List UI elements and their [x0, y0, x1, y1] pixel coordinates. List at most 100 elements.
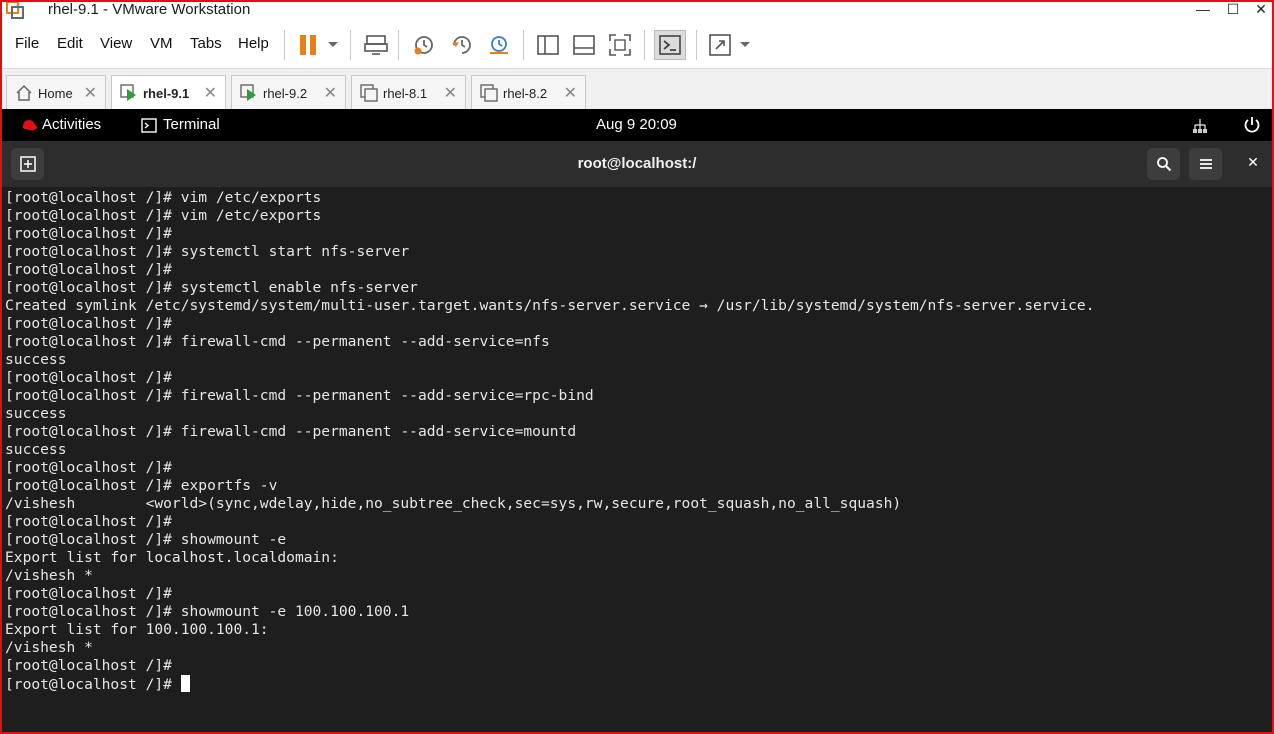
- activities-button[interactable]: Activities: [42, 116, 101, 133]
- terminal-line: [root@localhost /]# systemctl start nfs-…: [5, 243, 1095, 261]
- terminal-line-text: Export list for localhost.localdomain:: [5, 549, 339, 566]
- revert-snapshot-icon[interactable]: [448, 30, 476, 60]
- toolbar-separator: [523, 30, 524, 60]
- terminal-line: [root@localhost /]# showmount -e: [5, 531, 1095, 549]
- close-tab-icon[interactable]: ✕: [84, 83, 97, 103]
- terminal-line-text: [root@localhost /]#: [5, 585, 172, 602]
- tab-label: Home: [38, 86, 73, 101]
- close-tab-icon[interactable]: ✕: [444, 83, 457, 103]
- terminal-line-text: [root@localhost /]# showmount -e 100.100…: [5, 603, 410, 620]
- close-tab-icon[interactable]: ✕: [564, 83, 577, 103]
- close-tab-icon[interactable]: ✕: [324, 83, 337, 103]
- library-icon[interactable]: [535, 30, 561, 60]
- text-cursor: [180, 675, 190, 692]
- search-button[interactable]: [1147, 148, 1180, 180]
- toolbar-separator: [644, 30, 645, 60]
- terminal-line: [root@localhost /]#: [5, 657, 1095, 675]
- thumbnail-bar-icon[interactable]: [571, 30, 597, 60]
- terminal-line-text: [root@localhost /]# firewall-cmd --perma…: [5, 387, 594, 404]
- terminal-line-text: [root@localhost /]#: [5, 315, 172, 332]
- toolbar-separator: [284, 30, 285, 60]
- terminal-line: /vishesh *: [5, 567, 1095, 585]
- vmware-app-icon: [6, 1, 24, 19]
- terminal-line: Export list for localhost.localdomain:: [5, 549, 1095, 567]
- vm-tab-bar: Home ✕ rhel-9.1 ✕ rhel-9.2 ✕ rhel-8.1 ✕ …: [0, 68, 1274, 110]
- terminal-header-bar: root@localhost:/ ✕: [2, 141, 1272, 187]
- terminal-line: [root@localhost /]#: [5, 585, 1095, 603]
- app-menu-terminal[interactable]: Terminal: [163, 116, 220, 133]
- terminal-body[interactable]: [root@localhost /]# vim /etc/exports [roo…: [2, 187, 1272, 732]
- terminal-line: [root@localhost /]# vim /etc/exports: [5, 207, 1095, 225]
- terminal-line-text: [root@localhost /]# firewall-cmd --perma…: [5, 423, 577, 440]
- terminal-line: [root@localhost /]# firewall-cmd --perma…: [5, 423, 1095, 441]
- menu-edit[interactable]: Edit: [57, 35, 83, 52]
- tab-home[interactable]: Home ✕: [6, 75, 106, 109]
- minimize-icon[interactable]: —: [1188, 0, 1218, 20]
- vm-running-icon: [120, 84, 136, 101]
- gnome-top-bar: Activities Terminal Aug 9 20:09: [0, 109, 1274, 141]
- close-terminal-icon[interactable]: ✕: [1243, 154, 1263, 174]
- terminal-line-text: [root@localhost /]#: [5, 676, 181, 693]
- snapshot-manager-icon[interactable]: [485, 30, 513, 60]
- terminal-line-text: [root@localhost /]# vim /etc/exports: [5, 189, 322, 206]
- terminal-line: success: [5, 441, 1095, 459]
- terminal-title: root@localhost:/: [577, 155, 697, 172]
- terminal-line-text: [root@localhost /]#: [5, 225, 172, 242]
- menu-button[interactable]: [1189, 148, 1222, 180]
- terminal-scrollbar[interactable]: [1264, 187, 1272, 732]
- power-icon[interactable]: [1243, 116, 1261, 134]
- send-keys-icon[interactable]: [362, 30, 390, 60]
- power-dropdown-icon[interactable]: [324, 30, 342, 60]
- terminal-line: success: [5, 405, 1095, 423]
- close-tab-icon[interactable]: ✕: [204, 83, 217, 103]
- menu-file[interactable]: File: [15, 35, 39, 52]
- network-icon[interactable]: [1191, 117, 1209, 135]
- view-dropdown-icon[interactable]: [737, 30, 753, 60]
- tab-rhel-8-2[interactable]: rhel-8.2 ✕: [471, 75, 586, 109]
- toolbar-separator: [696, 30, 697, 60]
- home-icon: [16, 84, 32, 101]
- fullscreen-icon[interactable]: [607, 30, 633, 60]
- terminal-line-text: [root@localhost /]# exportfs -v: [5, 477, 278, 494]
- terminal-line-text: [root@localhost /]# firewall-cmd --perma…: [5, 333, 550, 350]
- terminal-line: [root@localhost /]#: [5, 369, 1095, 387]
- tab-rhel-9-1[interactable]: rhel-9.1 ✕: [111, 75, 226, 110]
- redhat-icon: [22, 120, 37, 131]
- toolbar-separator: [398, 30, 399, 60]
- terminal-output: [root@localhost /]# vim /etc/exports [roo…: [5, 189, 1095, 693]
- menu-help[interactable]: Help: [238, 35, 269, 52]
- menu-vm[interactable]: VM: [150, 35, 173, 52]
- hamburger-icon: [1199, 159, 1212, 169]
- tab-rhel-9-2[interactable]: rhel-9.2 ✕: [231, 75, 346, 109]
- vm-running-icon: [240, 84, 256, 101]
- terminal-app-icon: [141, 118, 157, 133]
- terminal-line: [root@localhost /]# firewall-cmd --perma…: [5, 387, 1095, 405]
- close-icon[interactable]: ✕: [1246, 0, 1274, 20]
- terminal-line-text: [root@localhost /]# vim /etc/exports: [5, 207, 322, 224]
- stretch-icon[interactable]: [707, 30, 733, 60]
- snapshot-icon[interactable]: [410, 30, 438, 60]
- terminal-line: Export list for 100.100.100.1:: [5, 621, 1095, 639]
- title-bar: rhel-9.1 - VMware Workstation — ☐ ✕: [0, 0, 1274, 22]
- tab-label: rhel-8.1: [383, 86, 428, 101]
- tab-rhel-8-1[interactable]: rhel-8.1 ✕: [351, 75, 466, 109]
- terminal-line: [root@localhost /]# systemctl enable nfs…: [5, 279, 1095, 297]
- clock[interactable]: Aug 9 20:09: [596, 116, 677, 133]
- terminal-line: [root@localhost /]# firewall-cmd --perma…: [5, 333, 1095, 351]
- pause-icon[interactable]: [296, 30, 320, 60]
- terminal-line: [root@localhost /]#: [5, 513, 1095, 531]
- menu-view[interactable]: View: [100, 35, 132, 52]
- terminal-line: [root@localhost /]#: [5, 675, 1095, 693]
- console-view-icon[interactable]: [654, 30, 686, 60]
- terminal-line-text: /vishesh <world>(sync,wdelay,hide,no_sub…: [5, 495, 902, 512]
- terminal-line-text: [root@localhost /]# systemctl enable nfs…: [5, 279, 418, 296]
- terminal-line-text: [root@localhost /]# showmount -e: [5, 531, 287, 548]
- terminal-line: Created symlink /etc/systemd/system/mult…: [5, 297, 1095, 315]
- vm-icon: [360, 84, 378, 102]
- terminal-line-text: [root@localhost /]#: [5, 459, 172, 476]
- terminal-line: success: [5, 351, 1095, 369]
- terminal-line-text: success: [5, 405, 67, 422]
- terminal-line-text: [root@localhost /]#: [5, 369, 172, 386]
- maximize-icon[interactable]: ☐: [1218, 0, 1248, 20]
- menu-tabs[interactable]: Tabs: [190, 35, 222, 52]
